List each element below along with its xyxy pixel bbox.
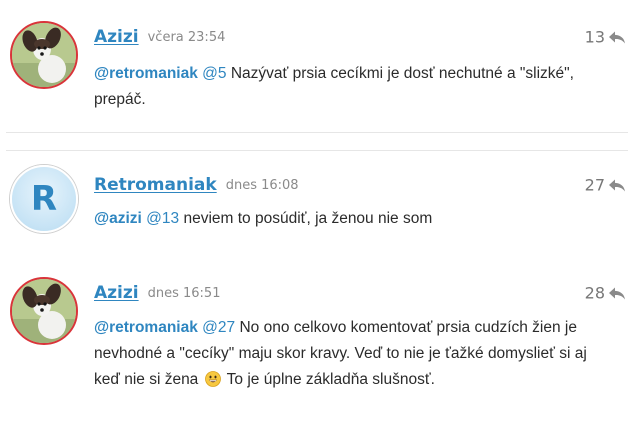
author-link[interactable]: Azizi — [94, 27, 139, 47]
vote-count: 13 — [585, 28, 626, 47]
comment-text: @retromaniak @27 No ono celkovo komentov… — [94, 315, 614, 393]
reply-icon[interactable] — [608, 286, 626, 300]
author-link[interactable]: Azizi — [94, 283, 139, 303]
avatar-letter: R — [30, 179, 58, 219]
comment-header: Azizi včera 23:54 13 — [94, 24, 628, 50]
text-line: keď nie si žena — [94, 371, 199, 388]
comment: R Retromaniak dnes 16:08 27 @azizi @13 n… — [6, 150, 628, 260]
comment-header: Azizi dnes 16:51 28 — [94, 280, 628, 306]
text-line: To je úplne základňa slušnosť. — [226, 371, 435, 388]
timestamp: dnes 16:08 — [225, 177, 299, 193]
dog-avatar-icon — [12, 23, 76, 87]
reply-icon[interactable] — [608, 178, 626, 192]
comment-text: @azizi @13 neviem to posúdiť, ja ženou n… — [94, 206, 614, 232]
vote-number: 13 — [584, 27, 605, 47]
text-line: No ono celkovo komentovať prsia cudzích … — [239, 319, 577, 336]
author-link[interactable]: Retromaniak — [94, 175, 217, 195]
text-line: Nazývať prsia cecíkmi je dosť nechutné a… — [230, 65, 574, 82]
text-line: prepáč. — [94, 91, 146, 108]
comment: Azizi včera 23:54 13 @retromaniak @5 Naz… — [6, 6, 628, 133]
vote-count: 28 — [585, 284, 626, 303]
mention-link[interactable]: @retromaniak — [94, 319, 198, 336]
reply-icon[interactable] — [608, 30, 626, 44]
vote-count: 27 — [585, 176, 626, 195]
comment: Azizi dnes 16:51 28 @retromaniak @27 No … — [6, 259, 628, 424]
dog-avatar-icon — [12, 279, 76, 343]
comment-header: Retromaniak dnes 16:08 27 — [94, 172, 628, 198]
avatar[interactable]: R — [10, 165, 78, 233]
timestamp: včera 23:54 — [147, 29, 226, 45]
avatar[interactable] — [10, 277, 78, 345]
vote-number: 28 — [584, 283, 605, 303]
timestamp: dnes 16:51 — [147, 285, 221, 301]
vote-number: 27 — [584, 175, 605, 195]
reply-ref-link[interactable]: @5 — [202, 65, 226, 82]
text-line: nevhodné a "cecíky" maju skor kravy. Veď… — [94, 345, 587, 362]
mention-link[interactable]: @retromaniak — [94, 65, 198, 82]
mention-link[interactable]: @azizi — [94, 210, 142, 227]
text-line: neviem to posúdiť, ja ženou nie som — [183, 210, 433, 227]
reply-ref-link[interactable]: @27 — [202, 319, 235, 336]
grinning-face-emoji-icon — [204, 371, 221, 387]
avatar[interactable] — [10, 21, 78, 89]
reply-ref-link[interactable]: @13 — [146, 210, 179, 227]
comment-text: @retromaniak @5 Nazývať prsia cecíkmi je… — [94, 61, 614, 113]
